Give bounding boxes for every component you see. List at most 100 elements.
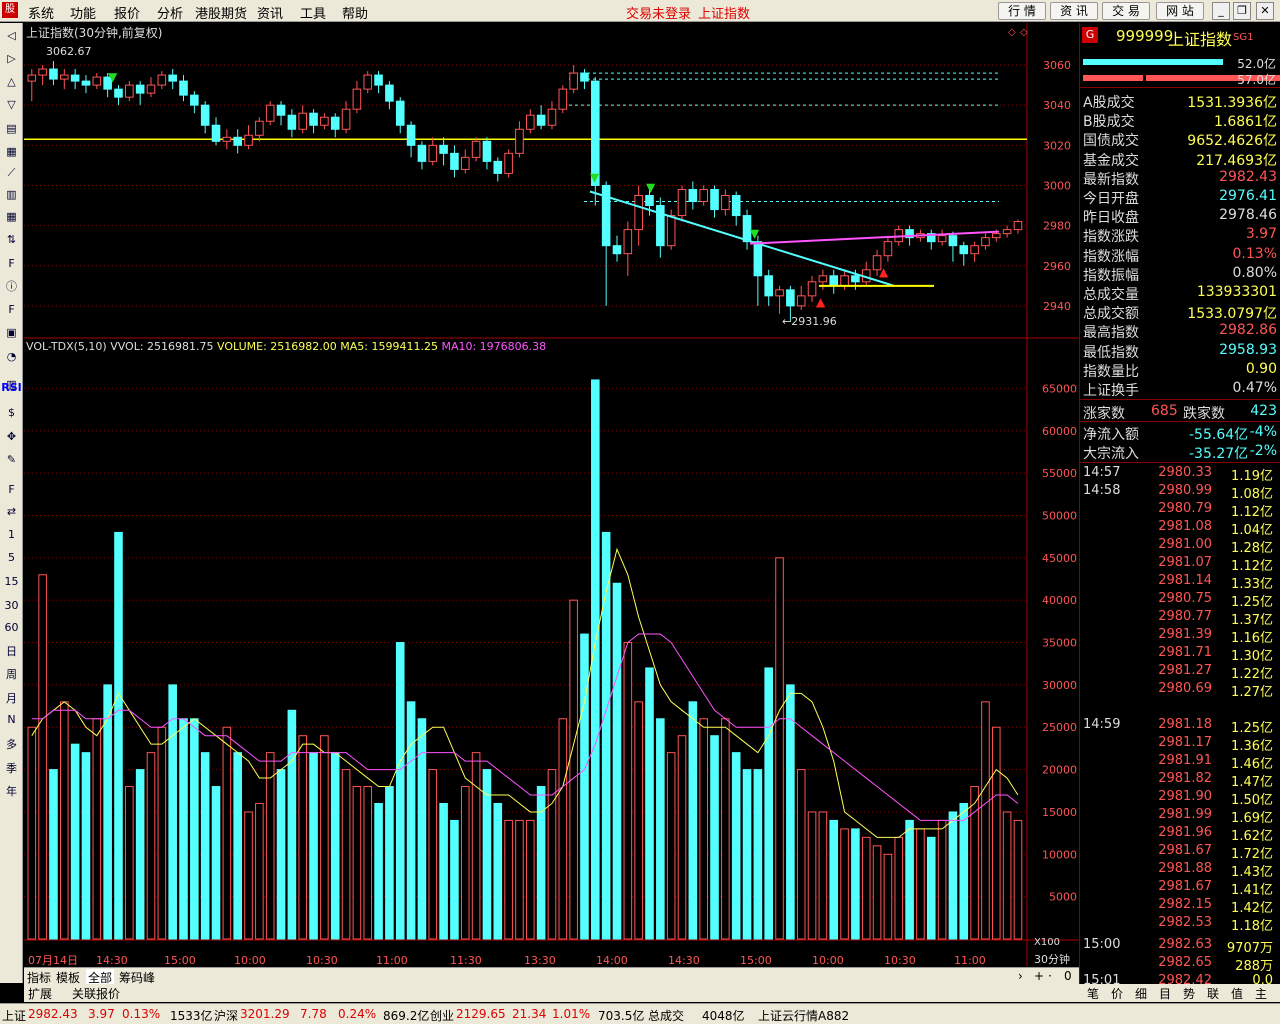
pen-icon[interactable]: ✎ <box>3 451 20 468</box>
tick-row[interactable]: 14:58 2980.99 1.08亿 <box>1080 483 1277 502</box>
file-icon[interactable]: ▣ <box>3 324 20 341</box>
tick-row[interactable]: 2981.14 1.33亿 <box>1080 573 1277 592</box>
tab-related-quote[interactable]: 关联报价 <box>72 985 120 1002</box>
zoom-in-icon[interactable]: + <box>1034 969 1044 983</box>
menu-help[interactable]: 帮助 <box>342 3 368 22</box>
period-8[interactable]: 月 <box>0 690 23 706</box>
tick-row[interactable]: 2981.82 1.47亿 <box>1080 771 1277 790</box>
menu-hk-futures[interactable]: 港股期货 <box>195 3 247 22</box>
info-icon[interactable]: ⓘ <box>3 278 20 295</box>
quote-row-label: 总成交额 <box>1083 306 1139 323</box>
minimize-icon[interactable]: _ <box>1212 2 1230 20</box>
close-icon[interactable]: ✕ <box>1256 2 1274 20</box>
period-label[interactable]: 30分钟 <box>1034 952 1070 966</box>
period-6[interactable]: 日 <box>0 643 23 659</box>
period-4[interactable]: 30 <box>0 599 23 612</box>
tick-amount: 1.62亿 <box>1231 829 1273 844</box>
tick-row[interactable]: 2982.15 1.42亿 <box>1080 897 1277 916</box>
right-tab-3[interactable]: 目 <box>1159 985 1171 1002</box>
kline-chart[interactable]: 3060 3040 3020 3000 2980 2960 2940 65000 60000 55… <box>24 23 1079 983</box>
dollar-icon[interactable]: $ <box>3 404 20 421</box>
tick-row[interactable]: 2980.69 1.27亿 <box>1080 681 1277 700</box>
tick-row[interactable]: 2981.39 1.16亿 <box>1080 627 1277 646</box>
right-tab-1[interactable]: 价 <box>1111 985 1123 1002</box>
menu-info[interactable]: 资讯 <box>257 3 283 22</box>
menu-quote[interactable]: 报价 <box>114 3 140 22</box>
tick-row[interactable]: 2981.71 1.30亿 <box>1080 645 1277 664</box>
menu-system[interactable]: 系统 <box>28 3 54 22</box>
scroll-right-icon[interactable]: › <box>1018 969 1023 983</box>
tick-row[interactable]: 14:59 2981.18 1.25亿 <box>1080 717 1277 736</box>
f5-icon[interactable]: F <box>3 481 20 498</box>
swap-icon[interactable]: ⇄ <box>3 503 20 520</box>
cross-icon[interactable]: ✥ <box>3 428 20 445</box>
menu-analysis[interactable]: 分析 <box>157 3 183 22</box>
zoom-out-icon[interactable]: · <box>1048 969 1052 983</box>
right-tab-7[interactable]: 主 <box>1255 985 1267 1002</box>
restore-icon[interactable]: ❐ <box>1233 2 1251 20</box>
period-0[interactable]: RSI <box>0 381 23 394</box>
forward-icon[interactable]: ▷ <box>3 50 20 67</box>
reset-icon[interactable]: 0 <box>1064 969 1072 983</box>
f10-icon[interactable]: F <box>3 255 20 272</box>
website-button[interactable]: 网 站 <box>1156 2 1204 20</box>
tick-row[interactable]: 2981.99 1.69亿 <box>1080 807 1277 826</box>
menu-function[interactable]: 功能 <box>70 3 96 22</box>
high-label: 3062.67 <box>46 45 92 58</box>
tick-row[interactable]: 2981.00 1.28亿 <box>1080 537 1277 556</box>
period-1[interactable]: 1 <box>0 528 23 541</box>
trade-login-status[interactable]: 交易未登录 <box>626 3 691 22</box>
tick-row[interactable]: 2980.75 1.25亿 <box>1080 591 1277 610</box>
tick-row[interactable]: 2981.90 1.50亿 <box>1080 789 1277 808</box>
period-3[interactable]: 15 <box>0 575 23 588</box>
market-button[interactable]: 行 情 <box>998 2 1046 20</box>
tick-row[interactable]: 2981.08 1.04亿 <box>1080 519 1277 538</box>
grid-icon[interactable]: ▦ <box>3 208 20 225</box>
right-tab-6[interactable]: 值 <box>1231 985 1243 1002</box>
tick-row[interactable]: 2982.53 1.18亿 <box>1080 915 1277 934</box>
app-logo-icon[interactable]: 股 <box>2 2 18 18</box>
tick-row[interactable]: 2982.65 288万 <box>1080 955 1277 974</box>
period-9[interactable]: N <box>0 713 23 726</box>
tick-row[interactable]: 2981.27 1.22亿 <box>1080 663 1277 682</box>
sort-icon[interactable]: ⇅ <box>3 231 20 248</box>
tab-extend[interactable]: 扩展 <box>28 985 52 1002</box>
tick-row[interactable]: 2981.88 1.43亿 <box>1080 861 1277 880</box>
period-2[interactable]: 5 <box>0 551 23 564</box>
status-item: 上证云行情A882 <box>758 1009 850 1023</box>
period-12[interactable]: 年 <box>0 783 23 799</box>
toggle-icon[interactable]: ◇ <box>1008 27 1016 38</box>
trade-button[interactable]: 交 易 <box>1102 2 1150 20</box>
tick-row[interactable]: 2981.67 1.41亿 <box>1080 879 1277 898</box>
tick-row[interactable]: 2981.07 1.12亿 <box>1080 555 1277 574</box>
menu-tools[interactable]: 工具 <box>300 3 326 22</box>
tick-row[interactable]: 15:00 2982.63 9707万 <box>1080 937 1277 956</box>
right-tab-5[interactable]: 联 <box>1207 985 1219 1002</box>
tick-row[interactable]: 2980.79 1.12亿 <box>1080 501 1277 520</box>
tick-row[interactable]: 2981.96 1.62亿 <box>1080 825 1277 844</box>
status-bar: 上证 2982.43 3.97 0.13% 1533亿 沪深 3201.29 7.78 0.24… <box>0 1003 1280 1024</box>
right-tab-2[interactable]: 细 <box>1135 985 1147 1002</box>
period-5[interactable]: 60 <box>0 621 23 634</box>
fundamental-icon[interactable]: F <box>3 301 20 318</box>
tick-row[interactable]: 2981.67 1.72亿 <box>1080 843 1277 862</box>
line-chart-icon[interactable]: ⟋ <box>3 164 20 181</box>
toggle2-icon[interactable]: ◇ <box>1020 27 1028 38</box>
period-7[interactable]: 周 <box>0 666 23 682</box>
down-icon[interactable]: ▽ <box>3 96 20 113</box>
tick-row[interactable]: 2981.17 1.36亿 <box>1080 735 1277 754</box>
tick-row[interactable]: 14:57 2980.33 1.19亿 <box>1080 465 1277 484</box>
tick-row[interactable]: 2980.77 1.37亿 <box>1080 609 1277 628</box>
right-tab-0[interactable]: 笔 <box>1087 985 1099 1002</box>
news-button[interactable]: 资 讯 <box>1050 2 1098 20</box>
period-11[interactable]: 季 <box>0 760 23 776</box>
right-tab-4[interactable]: 势 <box>1183 985 1195 1002</box>
period-10[interactable]: 多 <box>0 736 23 752</box>
quote-icon[interactable]: ▤ <box>3 120 20 137</box>
candle-icon[interactable]: ▥ <box>3 186 20 203</box>
table-icon[interactable]: ▦ <box>3 143 20 160</box>
up-icon[interactable]: △ <box>3 73 20 90</box>
pie-icon[interactable]: ◔ <box>3 348 20 365</box>
tick-row[interactable]: 2981.91 1.46亿 <box>1080 753 1277 772</box>
back-icon[interactable]: ◁ <box>3 27 20 44</box>
